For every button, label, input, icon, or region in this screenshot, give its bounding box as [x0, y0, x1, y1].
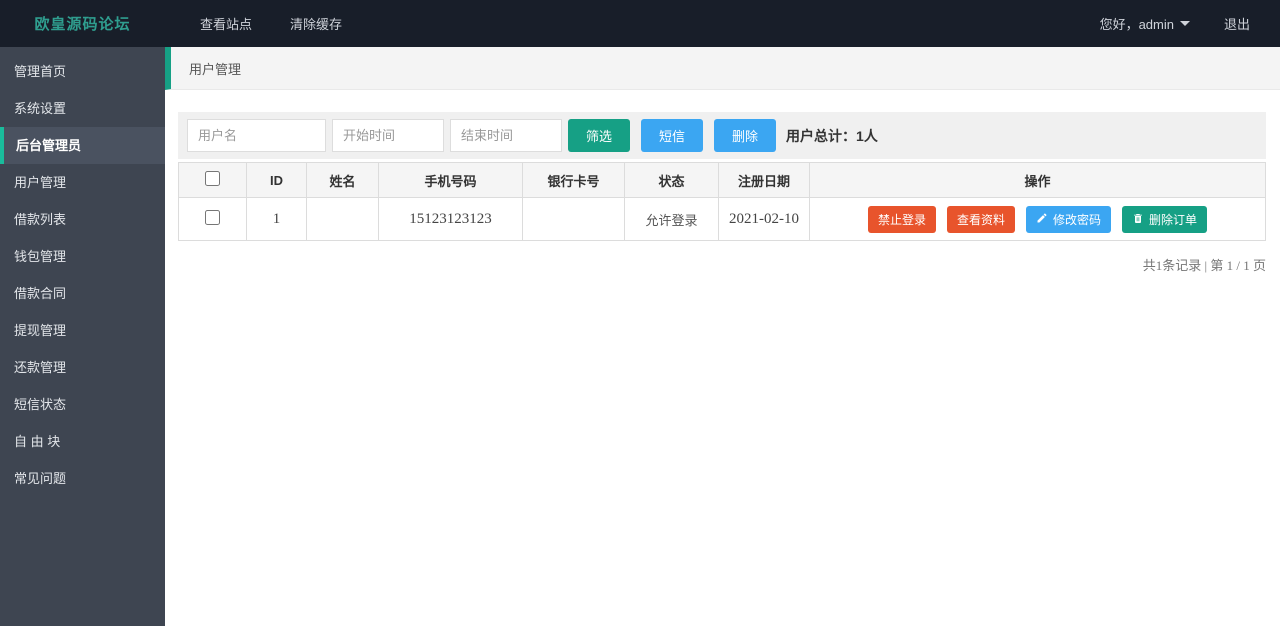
- col-header-actions: 操作: [809, 162, 1266, 198]
- trash-icon: [1132, 212, 1144, 227]
- change-password-label: 修改密码: [1053, 212, 1102, 227]
- topbar: 欧皇源码论坛 查看站点 清除缓存 您好，admin 退出: [0, 0, 1280, 47]
- top-nav: 查看站点 清除缓存: [165, 14, 342, 33]
- sidebar-item-home[interactable]: 管理首页: [0, 53, 165, 90]
- sidebar-item-faq[interactable]: 常见问题: [0, 460, 165, 497]
- main-content: 用户管理 筛选 短信 删除 用户总计：1人: [165, 47, 1280, 626]
- sidebar-item-users[interactable]: 用户管理: [0, 164, 165, 201]
- delete-button[interactable]: 删除: [714, 119, 777, 152]
- app-logo[interactable]: 欧皇源码论坛: [0, 13, 165, 34]
- breadcrumb: 用户管理: [165, 47, 1280, 90]
- topbar-right: 您好，admin 退出: [1100, 14, 1280, 33]
- sidebar-item-loan-contract[interactable]: 借款合同: [0, 275, 165, 312]
- sidebar-item-sms-status[interactable]: 短信状态: [0, 386, 165, 423]
- col-header-reg-date: 注册日期: [718, 162, 810, 198]
- delete-order-button[interactable]: 删除订单: [1122, 205, 1208, 233]
- user-greeting-label: 您好，admin: [1099, 17, 1174, 32]
- sidebar-item-repayment[interactable]: 还款管理: [0, 349, 165, 386]
- sidebar-item-system-settings[interactable]: 系统设置: [0, 90, 165, 127]
- delete-order-label: 删除订单: [1149, 212, 1198, 227]
- end-time-input[interactable]: [450, 119, 562, 152]
- username-input[interactable]: [187, 119, 326, 152]
- filter-button[interactable]: 筛选: [568, 119, 631, 152]
- cell-reg-date: 2021-02-10: [718, 197, 810, 241]
- row-select-cell: [178, 197, 247, 241]
- row-checkbox[interactable]: [205, 210, 220, 225]
- nav-clear-cache[interactable]: 清除缓存: [290, 14, 342, 33]
- cell-phone: 15123123123: [378, 197, 523, 241]
- sms-button[interactable]: 短信: [641, 119, 704, 152]
- forbid-login-button[interactable]: 禁止登录: [867, 205, 936, 233]
- sidebar-item-admins[interactable]: 后台管理员: [0, 127, 165, 164]
- users-table: ID 姓名 手机号码 银行卡号 状态 注册日期 操作 1 15123123123…: [178, 162, 1266, 241]
- cell-id: 1: [246, 197, 307, 241]
- user-menu[interactable]: 您好，admin: [1100, 14, 1190, 33]
- page-title: 用户管理: [189, 61, 242, 77]
- col-header-id: ID: [246, 162, 307, 198]
- view-profile-label: 查看资料: [956, 212, 1005, 227]
- select-all-checkbox[interactable]: [205, 171, 220, 186]
- col-header-bank-card: 银行卡号: [522, 162, 625, 198]
- chevron-down-icon: [1179, 21, 1190, 26]
- view-profile-button[interactable]: 查看资料: [946, 205, 1015, 233]
- logout-link[interactable]: 退出: [1224, 14, 1250, 33]
- col-header-phone: 手机号码: [378, 162, 523, 198]
- table-row: 1 15123123123 允许登录 2021-02-10 禁止登录 查看资料 …: [178, 197, 1266, 241]
- filter-bar: 筛选 短信 删除 用户总计：1人: [178, 112, 1266, 159]
- cell-status: 允许登录: [624, 197, 719, 241]
- nav-view-site[interactable]: 查看站点: [200, 14, 252, 33]
- table-header-row: ID 姓名 手机号码 银行卡号 状态 注册日期 操作: [178, 162, 1266, 198]
- change-password-button[interactable]: 修改密码: [1026, 205, 1112, 233]
- sidebar-item-free-block[interactable]: 自 由 块: [0, 423, 165, 460]
- user-total-label: 用户总计：1人: [786, 127, 878, 144]
- col-header-name: 姓名: [306, 162, 379, 198]
- cell-bank-card: [522, 197, 625, 241]
- sidebar-item-withdrawal[interactable]: 提现管理: [0, 312, 165, 349]
- sidebar: 管理首页 系统设置 后台管理员 用户管理 借款列表 钱包管理 借款合同 提现管理…: [0, 47, 165, 626]
- cell-actions: 禁止登录 查看资料 修改密码 删除订单: [809, 197, 1266, 241]
- select-all-cell: [178, 162, 247, 198]
- pencil-icon: [1036, 212, 1048, 227]
- start-time-input[interactable]: [332, 119, 444, 152]
- sidebar-item-loan-list[interactable]: 借款列表: [0, 201, 165, 238]
- forbid-login-label: 禁止登录: [877, 212, 926, 227]
- pagination-summary: 共1条记录 | 第 1 / 1 页: [1142, 258, 1266, 273]
- col-header-status: 状态: [624, 162, 719, 198]
- sidebar-item-wallet[interactable]: 钱包管理: [0, 238, 165, 275]
- cell-name: [306, 197, 379, 241]
